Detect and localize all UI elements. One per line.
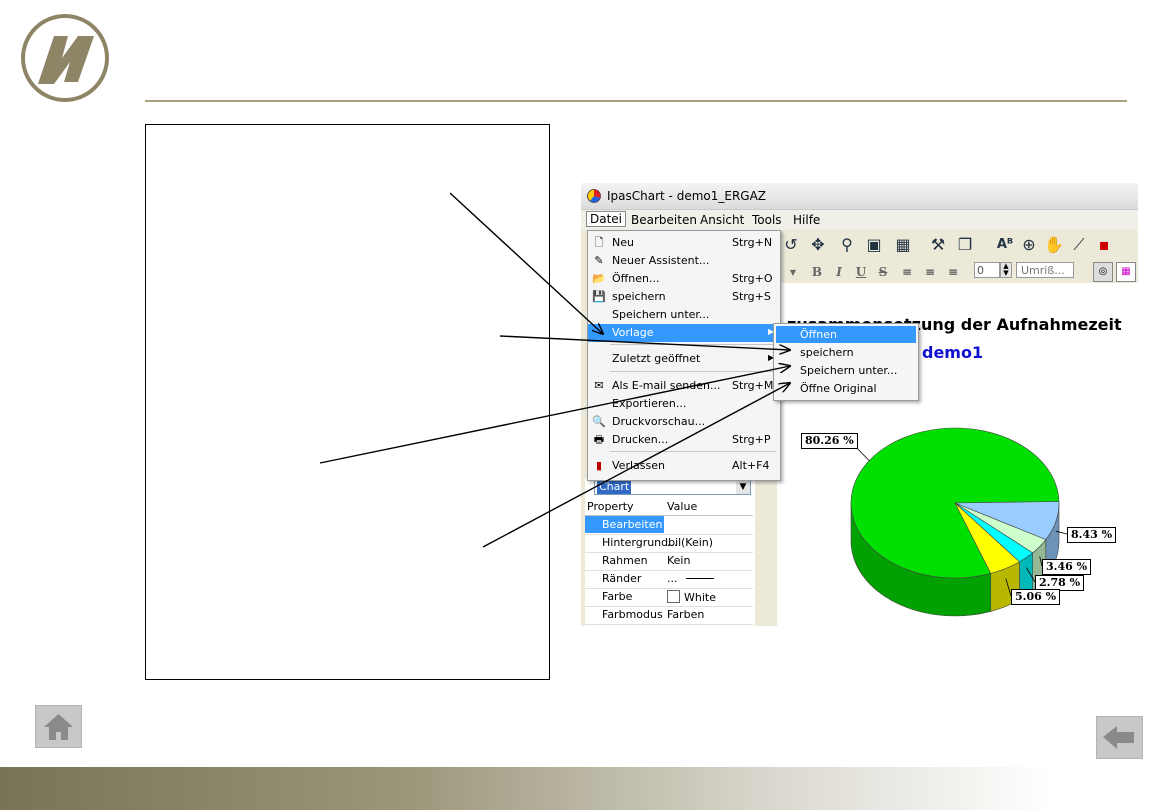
back-button[interactable] (1096, 716, 1143, 759)
arrow-to-vorlage (449, 192, 603, 334)
annotation-arrows (319, 192, 1170, 548)
arrow-to-speichern-unter (482, 383, 790, 548)
home-button[interactable] (35, 705, 82, 748)
back-arrow-icon (1103, 726, 1134, 749)
home-icon (44, 714, 73, 740)
arrow-to-speichern (319, 366, 790, 464)
arrow-to-oeffnen (499, 335, 790, 350)
footer-bar (0, 767, 1170, 810)
